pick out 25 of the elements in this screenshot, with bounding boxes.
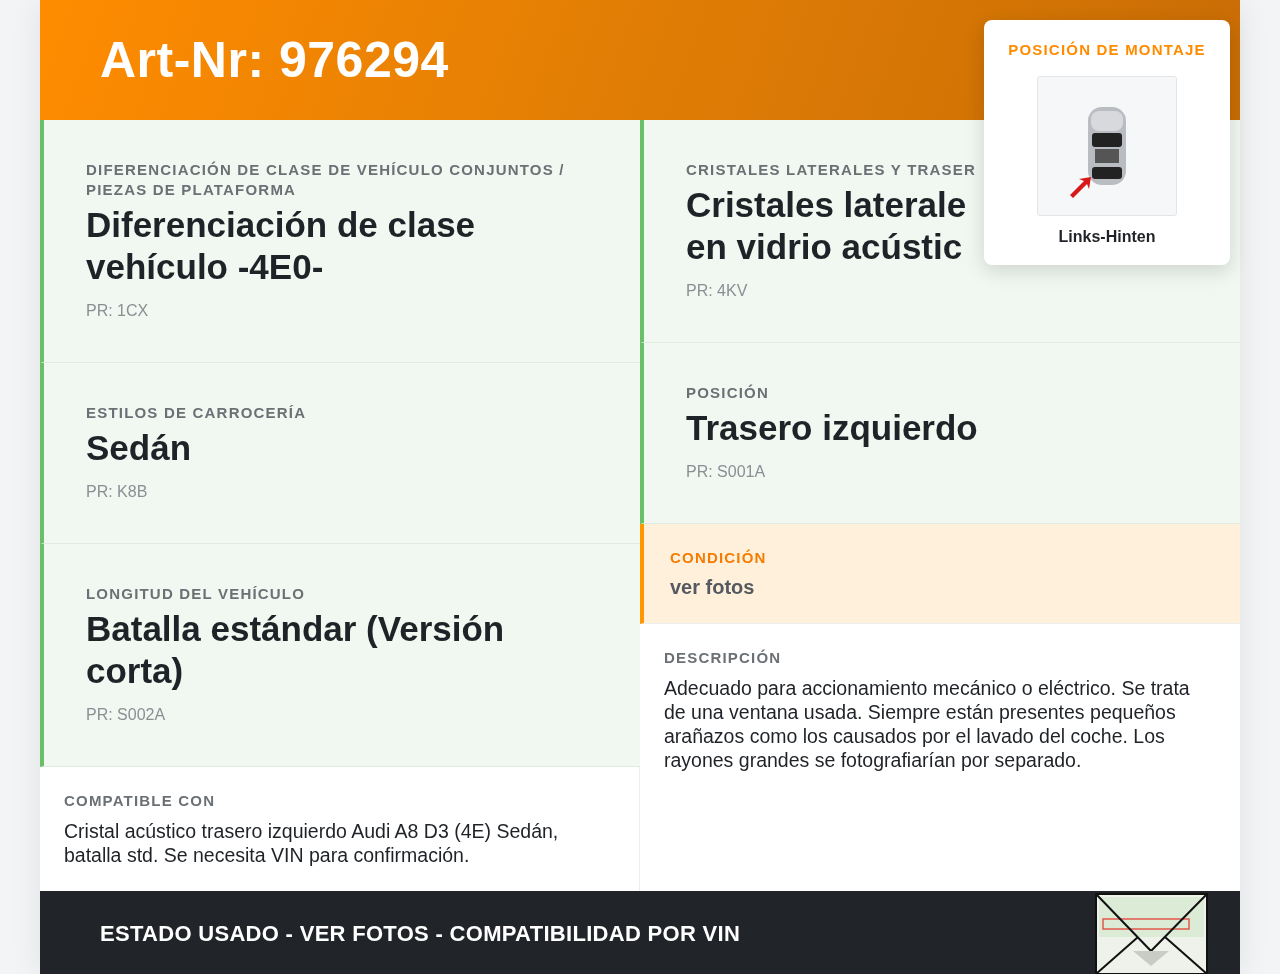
compatible-label: COMPATIBLE CON [64,791,217,811]
pr-code: PR: 4KV [686,282,749,300]
spec-value: Cristales laterale en vidrio acústic [686,184,967,268]
spec-value: Diferenciación de clase vehículo -4E0- [86,204,477,288]
pr-code: PR: S002A [86,706,167,724]
condition-label: CONDICIÓN [670,548,768,568]
mounting-position-caption: Links-Hinten [1058,228,1156,246]
spec-label: LONGITUD DEL VEHÍCULO [86,584,307,604]
pr-code: PR: 1CX [86,302,150,320]
footer-text: ESTADO USADO - VER FOTOS - COMPATIBILIDAD POR VIN [100,921,741,947]
pr-code: PR: K8B [86,483,149,501]
spec-label: CRISTALES LATERALES Y TRASER [686,160,977,180]
mounting-position-label: POSICIÓN DE MONTAJE [1008,40,1206,60]
condition-value: ver fotos [670,576,756,599]
spec-label: POSICIÓN [686,383,770,403]
spec-value: Trasero izquierdo [686,407,978,449]
article-number: Art-Nr: 976294 [100,31,449,89]
compatible-text: Cristal acústico trasero izquierdo Audi A8 D3 (4E) Sedán, batalla std. Se necesita VIN para confirmación. [64,819,560,867]
spec-value: Batalla estándar (Versión corta) [86,608,506,692]
pr-code: PR: S001A [686,463,767,481]
spec-value: Sedán [86,427,192,469]
description-text: Adecuado para accionamiento mecánico o eléctrico. Se trata de una ventana usada. Siempre están presentes pequeños arañazos como los causados por el lavado del coche. Los rayones grandes se fotografiarían por separado. [664,676,1191,772]
spec-label: DIFERENCIACIÓN DE CLASE DE VEHÍCULO CONJUNTOS / PIEZAS DE PLATAFORMA [86,160,566,200]
description-label: DESCRIPCIÓN [664,648,783,668]
spec-label: ESTILOS DE CARROCERÍA [86,403,308,423]
